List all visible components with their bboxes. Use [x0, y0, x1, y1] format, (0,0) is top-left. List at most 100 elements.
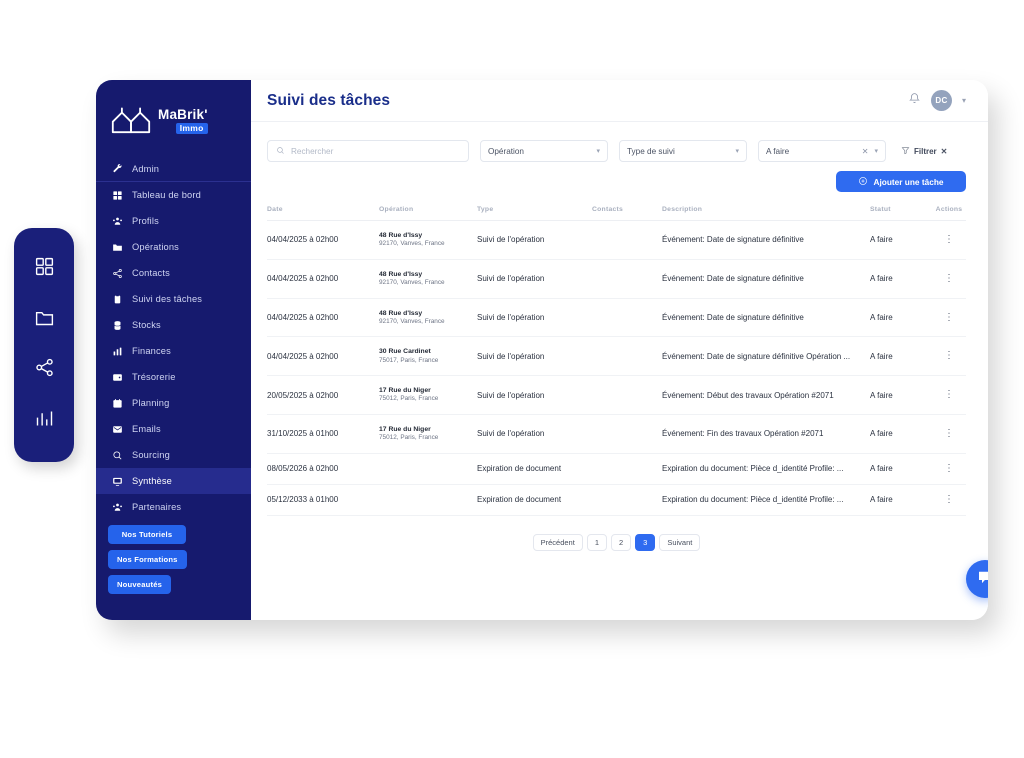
pagination-page-2[interactable]: 2: [611, 533, 632, 551]
sidebar-item-op-rations[interactable]: Opérations: [96, 234, 251, 260]
cell-contacts: [592, 298, 662, 338]
statut-select-value: A faire: [766, 146, 790, 156]
type-de-suivi-select[interactable]: Type de suivi ▾: [619, 140, 747, 162]
sidebar-item-finances[interactable]: Finances: [96, 338, 251, 364]
sidebar-item-admin[interactable]: Admin: [96, 156, 251, 182]
rail-item-stats[interactable]: [29, 406, 59, 436]
row-actions-menu-icon[interactable]: ⋮: [944, 494, 954, 505]
bell-icon[interactable]: [908, 92, 921, 110]
cell-description: Événement: Date de signature définitive …: [662, 336, 870, 377]
sidebar-item-label: Opérations: [132, 242, 179, 252]
type-de-suivi-select-label: Type de suivi: [627, 146, 675, 156]
cell-contacts: [592, 484, 662, 516]
main-content: Suivi des tâches DC ▾ Opérat: [251, 80, 988, 620]
column-header-operation: Opération: [379, 206, 477, 221]
screen-root: MaBrik' Immo Admin Tableau de bord Profils…: [0, 0, 1024, 758]
close-icon[interactable]: ✕: [941, 147, 948, 156]
table-row[interactable]: 04/04/2025 à 02h00 30 Rue Cardinet 75017, …: [267, 336, 966, 377]
chevron-down-icon[interactable]: ▾: [962, 96, 966, 105]
sidebar-item-contacts[interactable]: Contacts: [96, 260, 251, 286]
filtrer-button[interactable]: Filtrer ✕: [901, 146, 947, 157]
sidebar: MaBrik' Immo Admin Tableau de bord Profils…: [96, 80, 251, 620]
pagination-prev[interactable]: Précédent: [532, 533, 583, 551]
sidebar-item-partenaires[interactable]: Partenaires: [96, 494, 251, 520]
cell-description: Événement: Fin des travaux Opération #20…: [662, 414, 870, 454]
pagination-page-1[interactable]: 1: [586, 533, 607, 551]
search-box[interactable]: [267, 140, 469, 162]
cell-description: Expiration du document: Pièce d_identité…: [662, 484, 870, 516]
operation-address-line2: 92170, Vanves, France: [379, 278, 445, 286]
sidebar-item-stocks[interactable]: Stocks: [96, 312, 251, 338]
pagination-page-3[interactable]: 3: [635, 533, 656, 551]
operation-address-line2: 92170, Vanves, France: [379, 317, 445, 325]
nos-tutoriels-button[interactable]: Nos Tutoriels: [108, 525, 186, 544]
table-row[interactable]: 04/04/2025 à 02h00 48 Rue d'Issy 92170, Va…: [267, 259, 966, 299]
operation-address-line1: 48 Rue d'Issy: [379, 270, 423, 278]
row-actions-menu-icon[interactable]: ⋮: [944, 312, 954, 323]
floating-icon-rail: [14, 228, 74, 462]
share-icon: [111, 267, 123, 279]
operation-address-line1: 30 Rue Cardinet: [379, 348, 431, 356]
cell-statut: A faire: [870, 336, 932, 377]
table-row[interactable]: 08/05/2026 à 02h00 Expiration de document…: [267, 453, 966, 485]
chevron-down-icon: ▾: [596, 148, 600, 155]
app-logo[interactable]: MaBrik' Immo: [96, 80, 251, 154]
sidebar-item-sourcing[interactable]: Sourcing: [96, 442, 251, 468]
sidebar-item-label: Trésorerie: [132, 372, 176, 382]
statut-select[interactable]: A faire ✕ ▾: [758, 140, 886, 162]
add-task-button[interactable]: Ajouter une tâche: [836, 171, 966, 192]
column-header-date: Date: [267, 206, 379, 221]
search-input[interactable]: [291, 146, 460, 156]
sidebar-item-tr-sorerie[interactable]: Trésorerie: [96, 364, 251, 390]
operation-address-line1: 17 Rue du Niger: [379, 387, 431, 395]
cell-operation: 48 Rue d'Issy 92170, Vanves, France: [379, 259, 477, 299]
cell-actions: ⋮: [932, 484, 966, 516]
sidebar-item-tableau-de-bord[interactable]: Tableau de bord: [96, 182, 251, 208]
operation-select[interactable]: Opération ▾: [480, 140, 608, 162]
row-actions-menu-icon[interactable]: ⋮: [944, 428, 954, 439]
sidebar-item-planning[interactable]: Planning: [96, 390, 251, 416]
row-actions-menu-icon[interactable]: ⋮: [944, 273, 954, 284]
cell-actions: ⋮: [932, 259, 966, 299]
row-actions-menu-icon[interactable]: ⋮: [944, 463, 954, 474]
pagination: Précédent 1 2 3 Suivant: [267, 516, 966, 551]
sidebar-item-label: Synthèse: [132, 476, 172, 486]
row-actions-menu-icon[interactable]: ⋮: [944, 350, 954, 361]
cell-actions: ⋮: [932, 375, 966, 416]
table-row[interactable]: 04/04/2025 à 02h00 48 Rue d'Issy 92170, Va…: [267, 298, 966, 338]
nos-formations-button[interactable]: Nos Formations: [108, 550, 187, 569]
cell-actions: ⋮: [932, 298, 966, 338]
add-task-label: Ajouter une tâche: [873, 176, 944, 187]
operation-address-line2: 75012, Paris, France: [379, 395, 439, 403]
calendar-icon: [111, 397, 123, 409]
sidebar-item-emails[interactable]: Emails: [96, 416, 251, 442]
table-row[interactable]: 04/04/2025 à 02h00 48 Rue d'Issy 92170, Va…: [267, 220, 966, 260]
cell-operation: [379, 484, 477, 516]
pagination-next[interactable]: Suivant: [659, 533, 701, 551]
sidebar-item-suivi-des-t-ches[interactable]: Suivi des tâches: [96, 286, 251, 312]
cell-date: 04/04/2025 à 02h00: [267, 336, 379, 377]
table-row[interactable]: 31/10/2025 à 01h00 17 Rue du Niger 75012, …: [267, 414, 966, 454]
operation-address-line1: 17 Rue du Niger: [379, 426, 431, 434]
table-row[interactable]: 20/05/2025 à 02h00 17 Rue du Niger 75012, …: [267, 375, 966, 416]
sidebar-item-synth-se[interactable]: Synthèse: [96, 468, 251, 494]
rail-item-dashboard[interactable]: [29, 254, 59, 284]
row-actions-menu-icon[interactable]: ⋮: [944, 389, 954, 400]
nouveautes-button[interactable]: Nouveautés: [108, 575, 172, 594]
topbar: Suivi des tâches DC ▾: [251, 80, 988, 122]
operation-select-label: Opération: [488, 146, 524, 156]
tasks-table: Date Opération Type Contacts Description…: [267, 206, 966, 516]
cell-type: Suivi de l'opération: [477, 336, 592, 377]
operation-address-line1: 48 Rue d'Issy: [379, 232, 423, 239]
cell-date: 04/04/2025 à 02h00: [267, 259, 379, 299]
database-icon: [111, 319, 123, 331]
sidebar-item-profils[interactable]: Profils: [96, 208, 251, 234]
rail-item-folder[interactable]: [29, 305, 59, 335]
rail-item-network[interactable]: [29, 355, 59, 385]
avatar[interactable]: DC: [930, 90, 952, 111]
clear-icon[interactable]: ✕: [862, 147, 869, 156]
chat-support-button[interactable]: [966, 560, 988, 598]
table-row[interactable]: 05/12/2033 à 01h00 Expiration de document…: [267, 484, 966, 516]
row-actions-menu-icon[interactable]: ⋮: [944, 234, 954, 245]
cell-date: 08/05/2026 à 02h00: [267, 453, 379, 485]
